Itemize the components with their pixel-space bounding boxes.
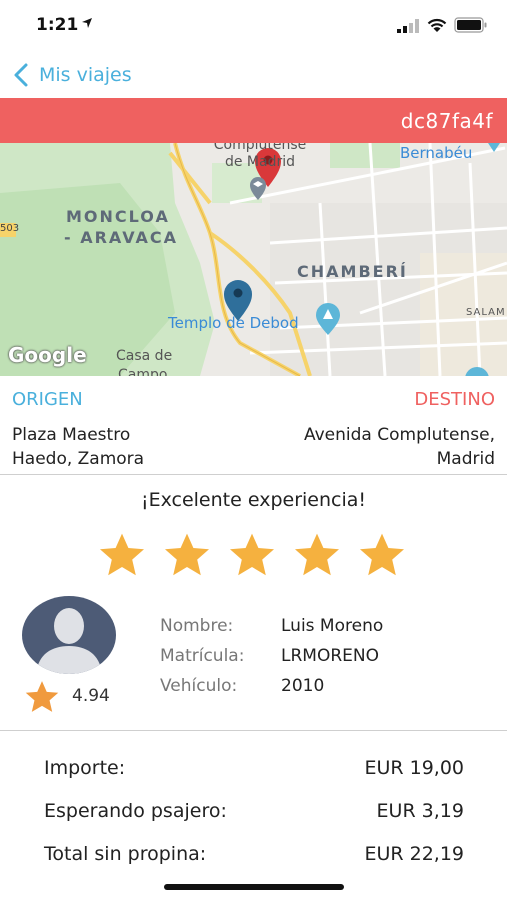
origin-destination-section: ORIGEN DESTINO Plaza Maestro Haedo, Zamo…	[0, 377, 507, 475]
map-label-aravaca: - ARAVACA	[64, 228, 179, 247]
map-label-salam: SALAM	[466, 307, 506, 318]
destination-address: Avenida Complutense, Madrid	[235, 423, 495, 471]
map-label-bernabeu: Bernabéu	[400, 144, 473, 162]
trip-id: dc87fa4f	[400, 109, 493, 133]
map-label-chamberi: CHAMBERÍ	[297, 262, 408, 281]
price-row-amount: Importe: EUR 19,00	[44, 757, 464, 787]
back-button-my-trips[interactable]: Mis viajes	[39, 64, 132, 86]
origin-address-line2: Haedo, Zamora	[12, 449, 145, 469]
home-indicator[interactable]	[164, 884, 344, 890]
map-canvas	[0, 143, 507, 376]
origin-address: Plaza Maestro Haedo, Zamora	[12, 423, 232, 471]
price-label: Esperando psajero:	[44, 800, 227, 822]
map-label-casa-de-campo: Casa de	[116, 348, 173, 364]
star-icon-5	[360, 533, 404, 576]
driver-avatar	[22, 596, 116, 674]
price-row-total: Total sin propina: EUR 22,19	[44, 843, 464, 865]
map-label-campo: Campo	[118, 367, 168, 376]
price-breakdown: Importe: EUR 19,00 Esperando psajero: EU…	[0, 745, 507, 865]
driver-name-value: Luis Moreno	[281, 616, 384, 636]
status-bar: 1:21	[0, 0, 507, 50]
location-arrow-icon	[82, 18, 92, 28]
map-label-moncloa: MONCLOA	[66, 207, 170, 226]
driver-rating-value: 4.94	[72, 686, 110, 706]
price-value: EUR 22,19	[364, 843, 464, 865]
price-value: EUR 3,19	[376, 800, 464, 822]
price-label: Importe:	[44, 757, 126, 779]
star-icon-1	[100, 533, 144, 576]
star-icon-2	[165, 533, 209, 576]
star-icon-3	[230, 533, 274, 576]
driver-section: 4.94 Nombre: Luis Moreno Matrícula: LRMO…	[0, 590, 507, 731]
chevron-left-icon[interactable]	[10, 61, 32, 89]
rating-title: ¡Excelente experiencia!	[140, 489, 366, 511]
battery-icon	[454, 17, 487, 33]
price-value: EUR 19,00	[364, 757, 464, 779]
trip-id-bar: dc87fa4f	[0, 98, 507, 143]
driver-plate-label: Matrícula:	[160, 646, 245, 666]
route-map[interactable]: Complutense de Madrid Bernabéu MONCLOA -…	[0, 143, 507, 376]
wifi-icon	[427, 18, 447, 32]
driver-vehicle-label: Vehículo:	[160, 676, 238, 696]
cellular-signal-icon	[397, 19, 419, 33]
driver-rating-star-icon	[25, 681, 59, 712]
destination-address-line1: Avenida Complutense,	[303, 425, 495, 445]
trip-rating-stars	[96, 532, 416, 580]
destination-label: DESTINO	[414, 389, 495, 410]
price-row-waiting: Esperando psajero: EUR 3,19	[44, 800, 464, 830]
price-label: Total sin propina:	[44, 843, 207, 865]
navigation-bar: Mis viajes	[0, 52, 507, 96]
driver-name-label: Nombre:	[160, 616, 234, 636]
map-label-complutense: Complutense de Madrid	[213, 143, 307, 170]
map-road-number: 503	[0, 223, 20, 234]
google-logo: Google	[8, 343, 87, 367]
map-label-templo-de-debod: Templo de Debod	[168, 314, 299, 332]
origin-address-line1: Plaza Maestro	[12, 425, 131, 445]
star-icon-4	[295, 533, 339, 576]
origin-label: ORIGEN	[12, 389, 83, 410]
driver-plate-value: LRMORENO	[281, 646, 379, 666]
status-time: 1:21	[36, 15, 79, 35]
destination-address-line2: Madrid	[436, 449, 495, 469]
driver-vehicle-value: 2010	[281, 676, 325, 696]
